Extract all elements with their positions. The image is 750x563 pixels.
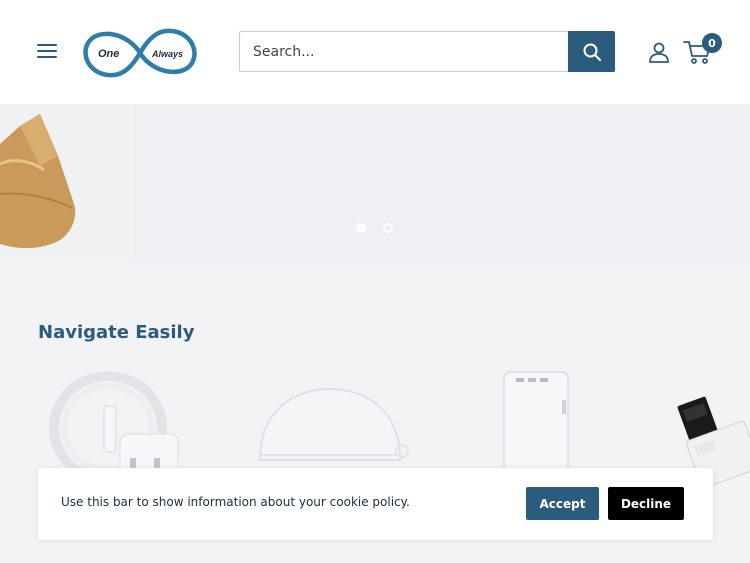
hero-product-image[interactable] xyxy=(0,104,134,262)
cookie-policy-text: Use this bar to show information about y… xyxy=(61,495,410,509)
search-form xyxy=(239,31,615,72)
logo-word-always: Always xyxy=(151,49,183,59)
menu-hamburger-icon[interactable] xyxy=(37,42,57,60)
cookie-bar: Use this bar to show information about y… xyxy=(38,468,713,540)
site-logo[interactable]: One Always xyxy=(80,25,200,81)
collection-item-earbuds-case[interactable] xyxy=(254,385,414,480)
cart-count-badge: 0 xyxy=(702,33,722,53)
slide-dot-2[interactable] xyxy=(383,223,393,233)
slide-dot-1[interactable] xyxy=(356,223,366,233)
site-header: One Always 0 xyxy=(0,0,750,104)
search-icon xyxy=(583,43,601,61)
account-icon[interactable] xyxy=(647,40,671,64)
collection-item-power-bank[interactable] xyxy=(496,370,582,480)
cookie-accept-button[interactable]: Accept xyxy=(526,487,599,520)
cookie-decline-button[interactable]: Decline xyxy=(608,487,684,520)
collection-item-cable[interactable] xyxy=(46,370,206,480)
search-button[interactable] xyxy=(568,31,615,72)
hero-slideshow xyxy=(0,104,750,262)
section-title: Navigate Easily xyxy=(38,322,195,343)
search-input[interactable] xyxy=(239,31,569,72)
logo-word-one: One xyxy=(98,48,119,60)
